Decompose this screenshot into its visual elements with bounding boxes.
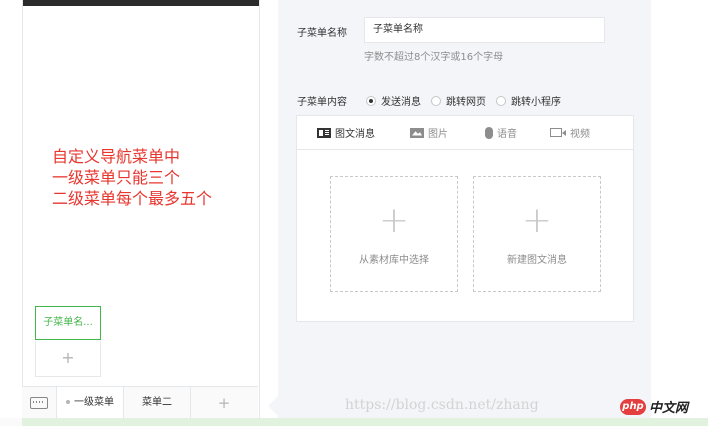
annotation-line-2: 一级菜单只能三个 [52,168,181,187]
add-menu-button[interactable]: + [191,387,257,419]
php-cn-logo: php 中文网 [620,397,688,416]
plus-icon: + [521,200,553,241]
radio-unchecked-icon [431,95,441,106]
pick-from-library-label: 从素材库中选择 [359,255,429,266]
menu-item-1-label: 一级菜单 [74,397,114,408]
video-icon [550,128,566,137]
menu-item-1[interactable]: 一级菜单 [57,387,124,419]
tab-news-label: 图文消息 [335,129,375,140]
message-type-tabs: 图文消息 图片 语音 视频 [297,116,633,150]
menu-dot-icon [66,400,70,404]
new-news-label: 新建图文消息 [507,255,567,266]
voice-icon [485,126,493,139]
editor-pointer [268,396,278,416]
tab-image-label: 图片 [428,129,448,140]
radio-unchecked-icon [496,95,506,106]
radio-open-miniprogram[interactable]: 跳转小程序 [496,93,561,108]
radio-send-message-label: 发送消息 [381,97,421,108]
plus-icon: + [378,200,410,241]
new-news-button[interactable]: + 新建图文消息 [473,176,601,292]
tab-video-label: 视频 [570,129,590,140]
tab-image[interactable]: 图片 [410,125,448,140]
tab-voice[interactable]: 语音 [485,125,517,140]
submenu-name-label: 子菜单名称 [297,28,347,39]
annotation-text: 自定义导航菜单中 一级菜单只能三个 二级菜单每个最多五个 [52,146,212,209]
menu-item-2[interactable]: 菜单二 [124,387,191,419]
keyboard-icon [30,397,48,409]
radio-send-message[interactable]: 发送消息 [366,93,421,108]
content-type-radio-group: 发送消息 跳转网页 跳转小程序 [366,93,571,108]
tab-video[interactable]: 视频 [550,125,590,140]
image-icon [410,127,424,138]
add-submenu-button[interactable]: + [35,341,101,377]
radio-open-miniprogram-label: 跳转小程序 [511,97,561,108]
php-logo-text: 中文网 [649,401,689,416]
keyboard-toggle[interactable] [22,387,57,419]
menu-bar: 一级菜单 菜单二 + [22,386,258,419]
bottom-strip [0,418,708,426]
bottom-strip-left [0,418,22,426]
radio-checked-icon [366,95,376,106]
news-icon [317,127,331,138]
php-logo-badge: php [620,398,646,415]
tab-news[interactable]: 图文消息 [317,125,375,140]
submenu-name-hint: 字数不超过8个汉字或16个字母 [364,52,504,63]
submenu-content-label: 子菜单内容 [297,97,347,108]
radio-open-webpage[interactable]: 跳转网页 [431,93,486,108]
submenu-name-input[interactable]: 子菜单名称 [364,17,605,43]
watermark-url: https://blog.csdn.net/zhang [345,397,539,413]
tab-voice-label: 语音 [497,129,517,140]
preview-header [23,0,259,6]
radio-open-webpage-label: 跳转网页 [446,97,486,108]
message-content-box: 图文消息 图片 语音 视频 + 从素材库中选择 + 新建图文消息 [296,115,634,322]
annotation-line-3: 二级菜单每个最多五个 [52,189,213,208]
annotation-line-1: 自定义导航菜单中 [52,147,181,166]
submenu-item-active[interactable]: 子菜单名... [35,306,101,340]
pick-from-library-button[interactable]: + 从素材库中选择 [330,176,458,292]
